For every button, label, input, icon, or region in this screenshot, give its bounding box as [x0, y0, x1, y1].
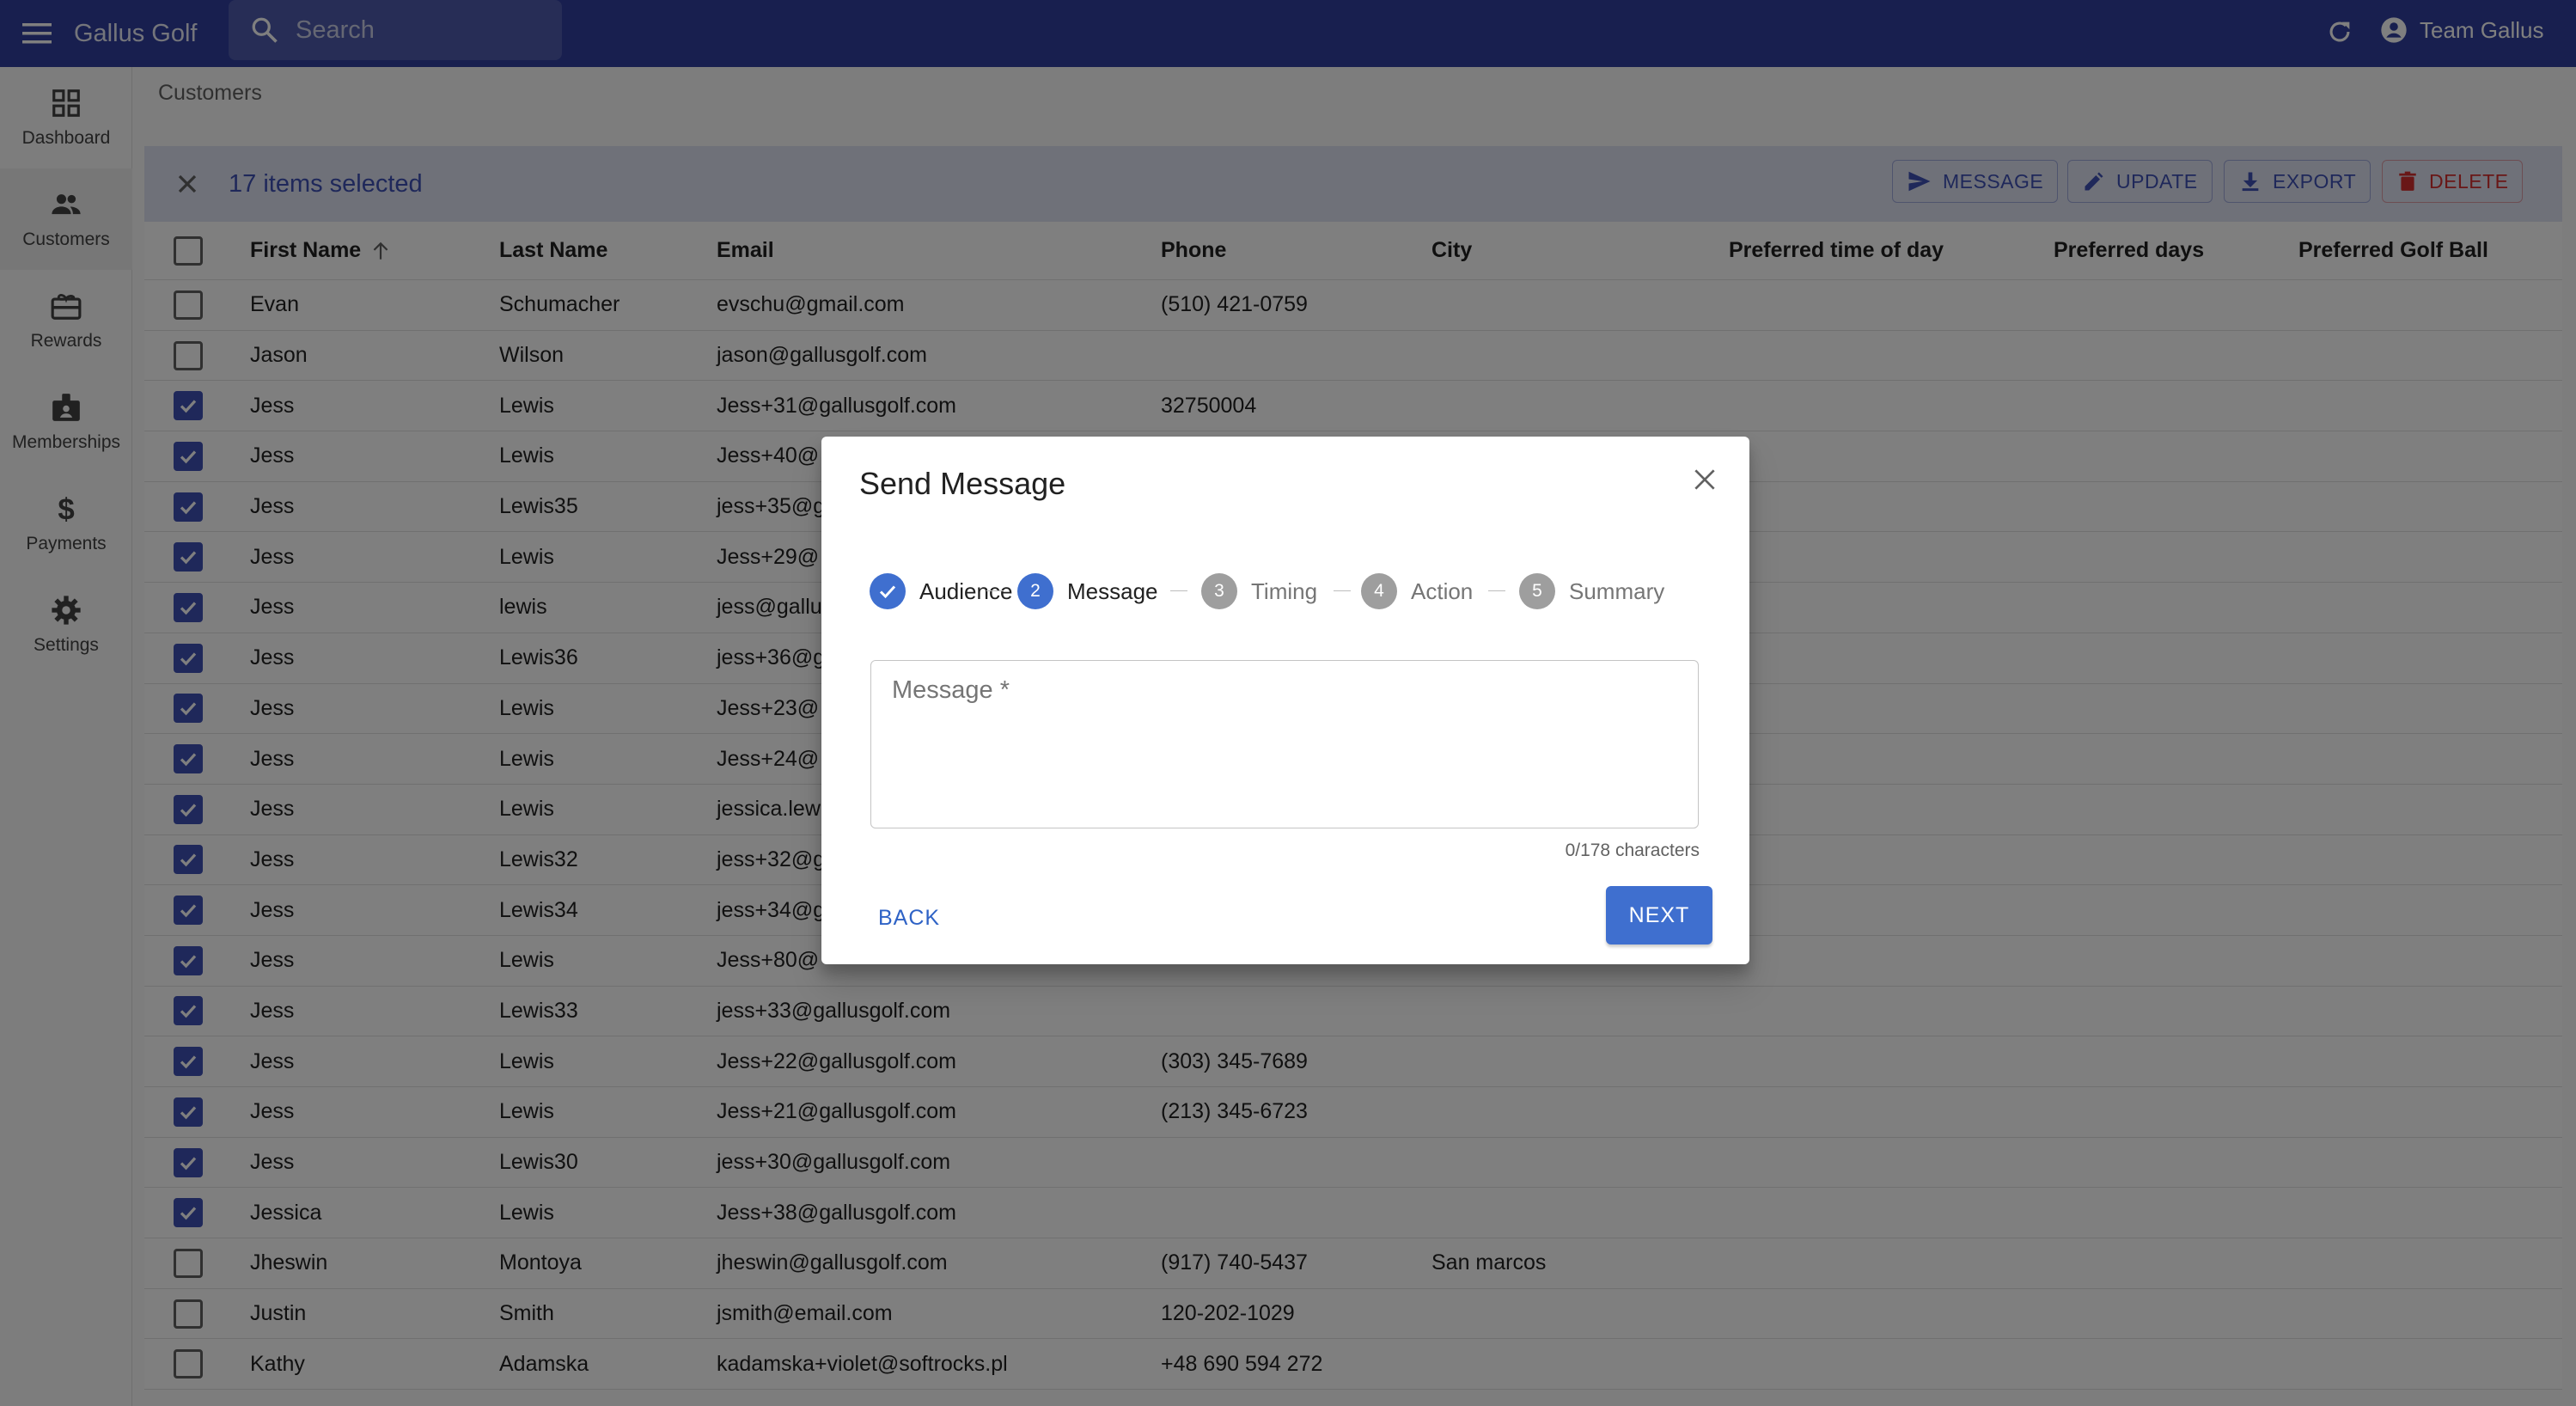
step-label: Audience: [919, 578, 1013, 604]
step-connector: [1488, 590, 1505, 591]
step-number: 3: [1201, 573, 1237, 609]
step-message[interactable]: 2 Message: [1017, 572, 1158, 610]
check-icon: [870, 573, 906, 609]
character-counter: 0/178 characters: [1565, 841, 1700, 860]
step-label: Message: [1067, 578, 1158, 604]
message-placeholder: Message *: [892, 676, 1010, 704]
step-timing[interactable]: 3 Timing: [1201, 572, 1317, 610]
step-number: 4: [1361, 573, 1397, 609]
close-icon[interactable]: [1688, 462, 1722, 497]
step-label: Timing: [1251, 578, 1318, 604]
step-connector: [1334, 590, 1351, 591]
message-textarea[interactable]: Message *: [870, 660, 1699, 828]
step-summary[interactable]: 5 Summary: [1519, 572, 1664, 610]
stepper: Audience 2 Message 3 Timing 4 Action 5 S…: [870, 572, 1703, 610]
step-number: 2: [1017, 573, 1053, 609]
next-button[interactable]: NEXT: [1606, 886, 1712, 944]
back-button[interactable]: BACK: [878, 906, 940, 931]
step-label: Action: [1411, 578, 1474, 604]
send-message-dialog: Send Message Audience 2 Message 3 Timing…: [821, 437, 1749, 964]
step-connector: [1170, 590, 1187, 591]
step-number: 5: [1519, 573, 1555, 609]
step-connector: [986, 590, 1004, 591]
step-audience[interactable]: Audience: [870, 572, 1012, 610]
dialog-title: Send Message: [859, 466, 1066, 501]
step-action[interactable]: 4 Action: [1361, 572, 1473, 610]
step-label: Summary: [1569, 578, 1665, 604]
